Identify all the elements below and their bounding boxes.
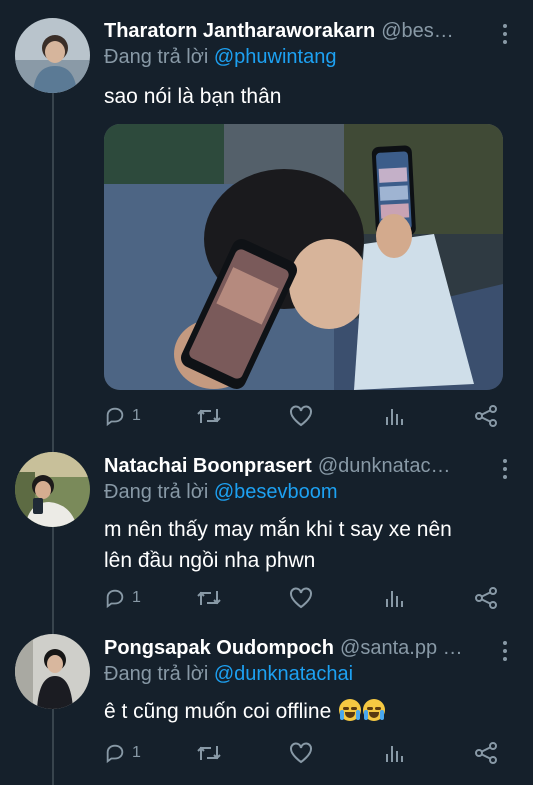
- display-name[interactable]: Natachai Boonprasert: [104, 455, 312, 478]
- replying-to: Đang trả lời @dunknatachai: [104, 663, 353, 686]
- tweet-text: m nên thấy may mắn khi t say xe nên lên …: [104, 518, 452, 572]
- tweet-1[interactable]: Tharatorn Jantharaworakarn @bes… Đang tr…: [0, 0, 533, 440]
- replying-to-label: Đang trả lời: [104, 46, 214, 68]
- avatar[interactable]: [15, 634, 90, 709]
- tweet-text: sao nói là bạn thân: [104, 85, 282, 108]
- avatar[interactable]: [15, 18, 90, 93]
- tweet-text-row: ê t cũng muốn coi offline: [104, 696, 513, 727]
- user-handle[interactable]: @santa.pp …: [340, 637, 499, 660]
- tweet-3[interactable]: Pongsapak Oudompoch @santa.pp … Đang trả…: [0, 620, 533, 785]
- retweet-button[interactable]: [196, 403, 222, 429]
- reply-button[interactable]: 1: [104, 403, 141, 429]
- display-name[interactable]: Pongsapak Oudompoch: [104, 637, 334, 660]
- replying-to-label: Đang trả lời: [104, 481, 214, 503]
- retweet-icon: [197, 409, 221, 423]
- display-name[interactable]: Tharatorn Jantharaworakarn: [104, 20, 375, 43]
- reply-button[interactable]: 1: [104, 585, 141, 611]
- share-icon: [475, 405, 497, 427]
- mention-link[interactable]: @phuwintang: [214, 46, 337, 68]
- mention-link[interactable]: @besevboom: [214, 481, 338, 503]
- analytics-button[interactable]: [384, 585, 404, 611]
- retweet-icon: [197, 746, 221, 760]
- more-options-icon[interactable]: [501, 459, 509, 481]
- analytics-button[interactable]: [384, 403, 404, 429]
- analytics-icon: [386, 591, 403, 607]
- heart-icon: [290, 587, 312, 609]
- analytics-button[interactable]: [384, 740, 404, 766]
- like-button[interactable]: [289, 740, 313, 766]
- loudly-crying-face-icon: [339, 699, 362, 721]
- retweet-button[interactable]: [196, 585, 222, 611]
- analytics-icon: [386, 746, 403, 762]
- retweet-button[interactable]: [196, 740, 222, 766]
- heart-icon: [290, 405, 312, 427]
- reply-count: 1: [132, 744, 141, 761]
- share-icon: [475, 742, 497, 764]
- like-button[interactable]: [289, 585, 313, 611]
- tweet-text: ê t cũng muốn coi offline: [104, 700, 332, 723]
- replying-to: Đang trả lời @phuwintang: [104, 46, 336, 69]
- reply-count: 1: [132, 407, 141, 424]
- share-button[interactable]: [474, 740, 498, 766]
- share-button[interactable]: [474, 585, 498, 611]
- tweet-actions: 1: [104, 740, 514, 766]
- reply-icon: [106, 407, 124, 427]
- more-options-icon[interactable]: [501, 24, 509, 46]
- retweet-icon: [197, 591, 221, 605]
- tweet-2[interactable]: Natachai Boonprasert @dunknatac… Đang tr…: [0, 440, 533, 620]
- more-options-icon[interactable]: [501, 641, 509, 663]
- tweet-actions: 1: [104, 585, 514, 611]
- tweet-photo[interactable]: [104, 124, 503, 390]
- replying-to-label: Đang trả lời: [104, 663, 214, 685]
- mention-link[interactable]: @dunknatachai: [214, 663, 353, 685]
- reply-count: 1: [132, 589, 141, 606]
- share-button[interactable]: [474, 403, 498, 429]
- loudly-crying-face-icon: [363, 699, 386, 721]
- share-icon: [475, 587, 497, 609]
- reply-button[interactable]: 1: [104, 740, 141, 766]
- reply-icon: [106, 589, 124, 609]
- heart-icon: [290, 742, 312, 764]
- user-handle[interactable]: @bes…: [381, 20, 499, 43]
- reply-icon: [106, 744, 124, 764]
- avatar[interactable]: [15, 452, 90, 527]
- tweet-actions: 1: [104, 403, 514, 429]
- replying-to: Đang trả lời @besevboom: [104, 481, 338, 504]
- user-handle[interactable]: @dunknatac…: [318, 455, 499, 478]
- like-button[interactable]: [289, 403, 313, 429]
- analytics-icon: [386, 409, 403, 425]
